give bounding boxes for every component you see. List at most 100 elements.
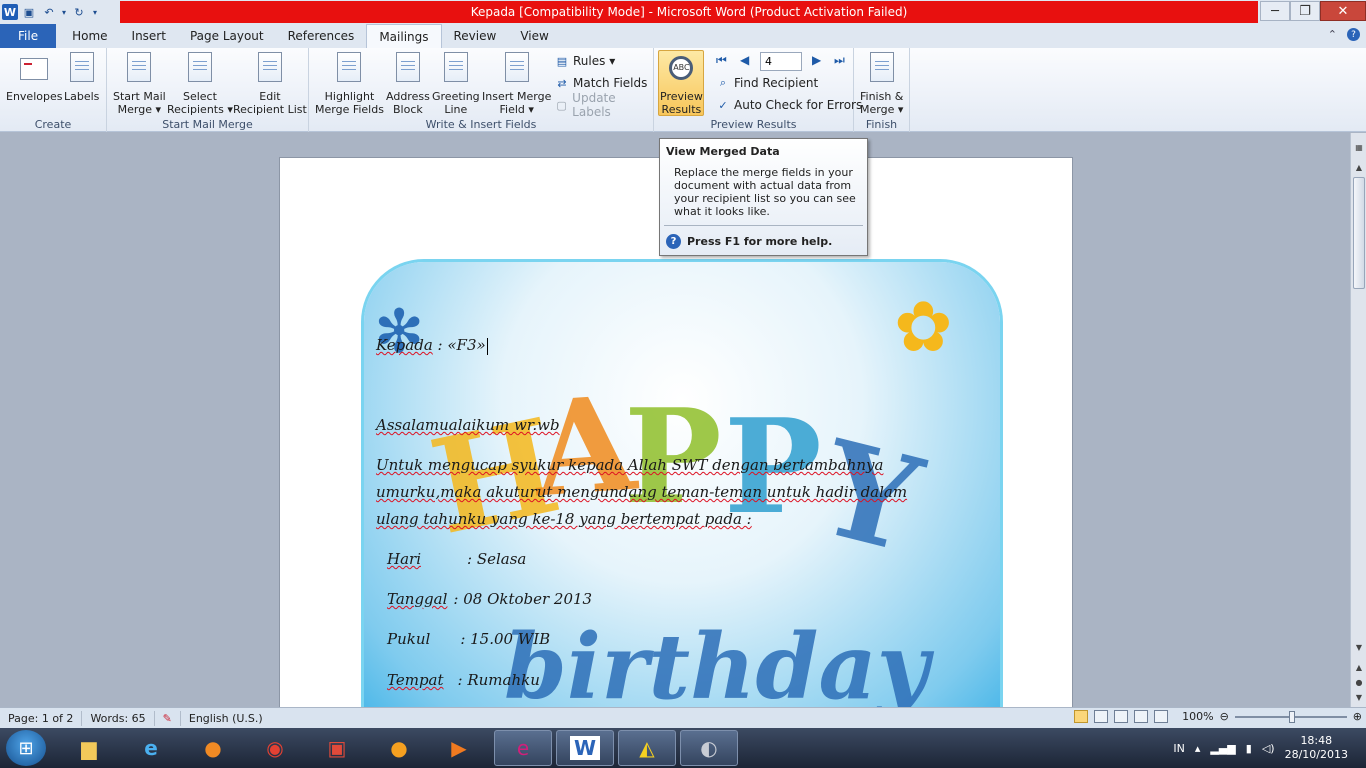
system-tray: IN ▴ ▂▄▆ ▮ ◁) 18:48 28/10/2013 bbox=[1173, 728, 1366, 768]
birthday-word: birthday bbox=[504, 614, 930, 720]
chrome-icon[interactable]: ◉ bbox=[246, 730, 304, 766]
show-hidden-icons-icon[interactable]: ▴ bbox=[1195, 742, 1201, 755]
draft-icon[interactable] bbox=[1154, 710, 1169, 723]
start-mail-merge-icon bbox=[127, 52, 152, 82]
zoom-level[interactable]: 100% bbox=[1182, 710, 1213, 723]
line-paragraph-2[interactable]: umurku,maka akuturut mengundang teman-te… bbox=[376, 483, 907, 501]
zoom-slider[interactable] bbox=[1234, 710, 1347, 723]
tab-page-layout[interactable]: Page Layout bbox=[178, 24, 276, 48]
scroll-down-icon[interactable]: ▼ bbox=[1351, 643, 1366, 652]
line-kepada[interactable]: Kepada : «F3» bbox=[376, 336, 488, 355]
vertical-scrollbar[interactable]: ▦ ▲ ▼ ▲ ● ▼ bbox=[1350, 133, 1366, 707]
select-browse-object-icon[interactable]: ● bbox=[1351, 678, 1366, 687]
preview-results-button[interactable]: ABC Preview Results bbox=[660, 52, 703, 116]
tab-insert[interactable]: Insert bbox=[120, 24, 178, 48]
help-icon[interactable]: ? bbox=[1347, 28, 1360, 41]
explorer-icon[interactable]: ▆ bbox=[60, 730, 118, 766]
customize-qat-icon[interactable]: ▾ bbox=[90, 3, 100, 21]
zoom-slider-thumb[interactable] bbox=[1288, 710, 1295, 723]
start-button[interactable]: ⊞ bbox=[6, 730, 46, 766]
zoom-in-icon[interactable]: ⊕ bbox=[1353, 710, 1362, 723]
line-tanggal[interactable]: Tanggal: 08 Oktober 2013 bbox=[387, 590, 592, 608]
tab-review[interactable]: Review bbox=[442, 24, 509, 48]
todoist-icon[interactable]: ▣ bbox=[308, 730, 366, 766]
full-screen-reading-icon[interactable] bbox=[1094, 710, 1109, 723]
tab-file[interactable]: File bbox=[0, 24, 57, 48]
minimize-ribbon-icon[interactable]: ⌃ bbox=[1328, 28, 1337, 41]
undo-icon[interactable]: ↶ bbox=[40, 3, 58, 21]
language-indicator[interactable]: English (U.S.) bbox=[181, 711, 271, 726]
tab-references[interactable]: References bbox=[276, 24, 367, 48]
clock[interactable]: 18:48 28/10/2013 bbox=[1285, 734, 1348, 762]
last-record-icon[interactable]: ⏭ bbox=[834, 53, 845, 68]
auto-check-errors-button[interactable]: ✓ Auto Check for Errors bbox=[716, 95, 862, 115]
highlight-label-1: Highlight bbox=[324, 90, 375, 103]
line-paragraph-1[interactable]: Untuk mengucap syukur kepada Allah SWT d… bbox=[376, 456, 883, 474]
next-page-icon[interactable]: ▼ bbox=[1351, 693, 1366, 702]
orange-app-icon[interactable]: ● bbox=[370, 730, 428, 766]
group-label-write-insert: Write & Insert Fields bbox=[425, 118, 537, 131]
tooltip-help: ? Press F1 for more help. bbox=[666, 234, 832, 249]
previous-page-icon[interactable]: ▲ bbox=[1351, 663, 1366, 672]
word-taskbar-icon[interactable]: W bbox=[556, 730, 614, 766]
insert-merge-field-button[interactable]: Insert Merge Field ▾ bbox=[482, 52, 551, 116]
save-icon[interactable]: ▣ bbox=[20, 3, 38, 21]
match-fields-button[interactable]: ⇄ Match Fields bbox=[555, 73, 647, 93]
update-labels-label: Update Labels bbox=[572, 91, 616, 119]
zoom-out-icon[interactable]: ⊖ bbox=[1220, 710, 1229, 723]
record-number-input[interactable] bbox=[760, 52, 802, 71]
maximize-button[interactable]: ❐ bbox=[1290, 1, 1320, 21]
finish-merge-button[interactable]: Finish & Merge ▾ bbox=[860, 52, 903, 116]
greeting-line-button[interactable]: Greeting Line bbox=[432, 52, 480, 116]
ruler-toggle-icon[interactable]: ▦ bbox=[1351, 143, 1366, 152]
smartfren-icon[interactable]: e bbox=[494, 730, 552, 766]
undo-dropdown-icon[interactable]: ▾ bbox=[60, 3, 68, 21]
hari-value: : Selasa bbox=[467, 550, 527, 568]
tooltip-separator bbox=[664, 225, 863, 226]
volume-icon[interactable]: ◁) bbox=[1262, 742, 1275, 755]
green-app-icon[interactable]: ◭ bbox=[618, 730, 676, 766]
redo-icon[interactable]: ↻ bbox=[70, 3, 88, 21]
update-labels-button[interactable]: ▢ Update Labels bbox=[555, 91, 653, 119]
address-block-button[interactable]: Address Block bbox=[386, 52, 430, 116]
tab-view[interactable]: View bbox=[508, 24, 560, 48]
firefox-icon[interactable]: ● bbox=[184, 730, 242, 766]
tooltip-title: View Merged Data bbox=[666, 145, 780, 158]
media-player-icon[interactable]: ▶ bbox=[430, 730, 488, 766]
labels-button[interactable]: Labels bbox=[64, 52, 99, 103]
word-count[interactable]: Words: 65 bbox=[82, 710, 155, 726]
rules-button[interactable]: ▤ Rules ▾ bbox=[555, 51, 615, 71]
outline-icon[interactable] bbox=[1134, 710, 1149, 723]
proofing-status[interactable]: ✎ bbox=[155, 710, 181, 726]
first-record-icon[interactable]: ⏮ bbox=[716, 53, 727, 68]
start-mail-merge-button[interactable]: Start Mail Merge ▾ bbox=[113, 52, 166, 116]
scroll-up-icon[interactable]: ▲ bbox=[1351, 163, 1366, 172]
web-layout-icon[interactable] bbox=[1114, 710, 1129, 723]
network-icon[interactable]: ▂▄▆ bbox=[1210, 742, 1235, 755]
input-language[interactable]: IN bbox=[1173, 742, 1184, 755]
internet-explorer-icon[interactable]: e bbox=[122, 730, 180, 766]
tab-home[interactable]: Home bbox=[60, 24, 119, 48]
close-button[interactable]: ✕ bbox=[1320, 1, 1366, 21]
word-logo-icon[interactable]: W bbox=[2, 4, 18, 20]
line-paragraph-3[interactable]: ulang tahunku yang ke-18 yang bertempat … bbox=[376, 510, 752, 528]
edit-recipient-list-button[interactable]: Edit Recipient List bbox=[233, 52, 307, 116]
line-pukul[interactable]: Pukul: 15.00 WIB bbox=[387, 630, 550, 648]
select-recipients-button[interactable]: Select Recipients ▾ bbox=[167, 52, 233, 116]
tab-mailings[interactable]: Mailings bbox=[366, 24, 442, 48]
line-greeting[interactable]: Assalamualaikum wr.wb bbox=[376, 416, 560, 434]
minimize-button[interactable]: ─ bbox=[1260, 1, 1290, 21]
next-record-icon[interactable]: ▶ bbox=[812, 53, 821, 67]
envelopes-button[interactable]: Envelopes bbox=[6, 52, 62, 103]
print-layout-icon[interactable] bbox=[1074, 710, 1089, 723]
scrollbar-thumb[interactable] bbox=[1353, 177, 1365, 289]
highlight-merge-fields-button[interactable]: Highlight Merge Fields bbox=[315, 52, 384, 116]
rules-icon: ▤ bbox=[556, 54, 568, 68]
line-hari[interactable]: Hari: Selasa bbox=[387, 550, 526, 568]
line-tempat[interactable]: Tempat: Rumahku bbox=[387, 671, 540, 689]
previous-record-icon[interactable]: ◀ bbox=[740, 53, 749, 67]
find-recipient-button[interactable]: ⌕ Find Recipient bbox=[716, 73, 818, 93]
battery-icon[interactable]: ▮ bbox=[1246, 742, 1252, 755]
page-count[interactable]: Page: 1 of 2 bbox=[0, 710, 83, 726]
screen-capture-icon[interactable]: ◐ bbox=[680, 730, 738, 766]
